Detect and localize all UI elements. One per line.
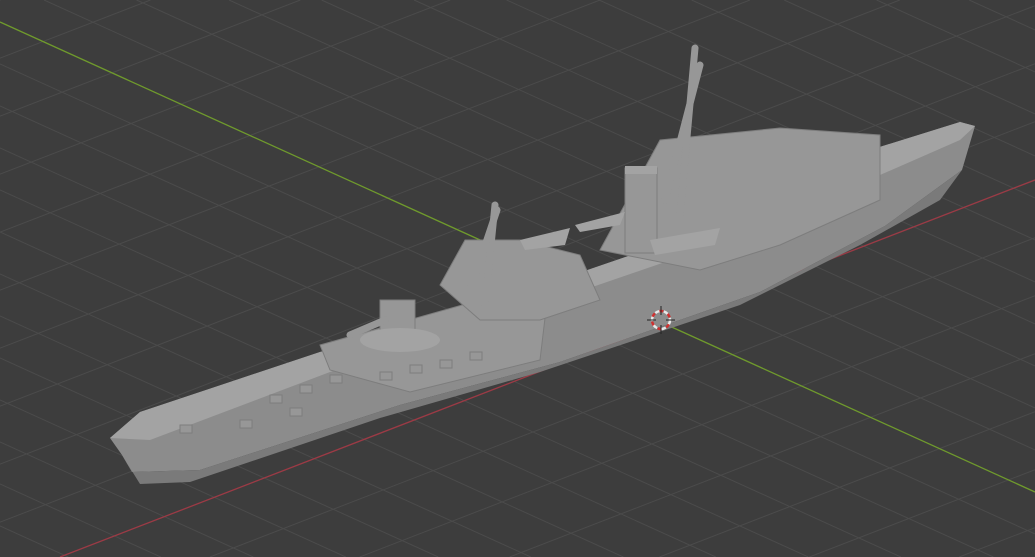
grid-line <box>959 527 1035 557</box>
grid-line <box>509 353 1035 557</box>
grid-line <box>0 525 69 557</box>
grid-line <box>0 0 151 59</box>
grid-line <box>0 483 161 557</box>
grid-line <box>0 0 451 175</box>
deck-bitt <box>269 394 283 404</box>
deck-bitt <box>409 364 423 374</box>
3d-viewport[interactable] <box>0 0 1035 557</box>
grid-line <box>968 0 1035 31</box>
grid-line <box>0 0 301 117</box>
deck-bitt <box>379 371 393 381</box>
deck-bitt <box>299 384 313 394</box>
grid-line <box>783 0 1035 115</box>
deck-bitt <box>469 351 483 361</box>
grid-line <box>659 411 1035 557</box>
grid-line <box>0 0 601 233</box>
deck-bitt <box>289 407 303 417</box>
deck-bitt <box>179 424 193 434</box>
funnel-top <box>625 166 657 174</box>
ship-model[interactable] <box>110 44 975 484</box>
deck-bitt <box>239 419 253 429</box>
viewport-canvas[interactable] <box>0 0 1035 557</box>
turret-base <box>360 328 440 352</box>
deck-bitt <box>329 374 343 384</box>
deck-bitt <box>439 359 453 369</box>
